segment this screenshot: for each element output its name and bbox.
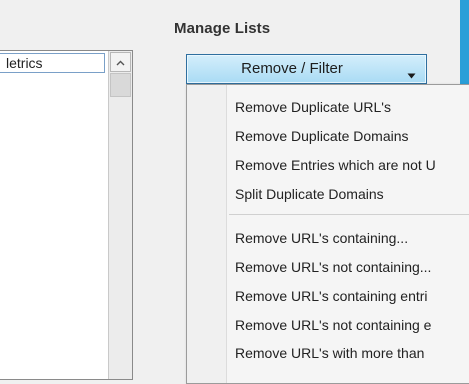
accent-strip — [460, 0, 469, 86]
menu-item-remove-duplicate-domains[interactable]: Remove Duplicate Domains — [235, 124, 409, 148]
caret-down-icon — [407, 66, 416, 84]
manage-lists-title: Manage Lists — [174, 20, 271, 37]
menu-item-remove-urls-not-containing[interactable]: Remove URL's not containing... — [235, 255, 431, 279]
menu-item-split-duplicate-domains[interactable]: Split Duplicate Domains — [235, 182, 384, 206]
menu-icon-gutter — [187, 85, 227, 383]
dropdown-button-label: Remove / Filter — [241, 60, 343, 77]
remove-filter-dropdown-button[interactable]: Remove / Filter — [186, 54, 427, 84]
menu-item-remove-duplicate-urls[interactable]: Remove Duplicate URL's — [235, 95, 391, 119]
left-list-panel[interactable]: letrics — [0, 50, 133, 380]
menu-separator — [229, 214, 469, 215]
menu-item-remove-entries-not[interactable]: Remove Entries which are not U — [235, 153, 436, 177]
menu-item-remove-urls-containing-entries[interactable]: Remove URL's containing entri — [235, 284, 428, 308]
scroll-up-button[interactable] — [110, 52, 131, 72]
chevron-up-icon — [116, 60, 125, 66]
left-list-scrollbar[interactable] — [108, 51, 132, 379]
menu-item-remove-urls-more-than[interactable]: Remove URL's with more than — [235, 341, 424, 365]
left-list-item-selected[interactable]: letrics — [0, 53, 105, 73]
menu-item-remove-urls-containing[interactable]: Remove URL's containing... — [235, 226, 408, 250]
remove-filter-menu: Remove Duplicate URL's Remove Duplicate … — [186, 84, 469, 384]
menu-item-remove-urls-not-containing-entries[interactable]: Remove URL's not containing e — [235, 313, 431, 337]
scroll-thumb[interactable] — [110, 73, 131, 97]
